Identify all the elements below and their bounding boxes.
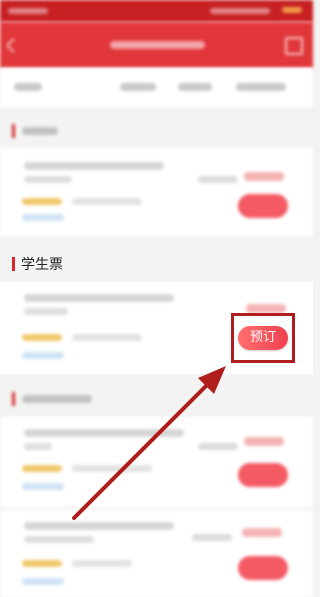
page-title [110, 41, 205, 49]
filter-item[interactable] [120, 83, 156, 91]
filter-item[interactable] [236, 83, 286, 91]
app-bar [0, 22, 313, 68]
list-item[interactable] [0, 417, 313, 507]
filter-item[interactable] [14, 83, 42, 91]
menu-icon[interactable] [285, 37, 303, 55]
section-accent [12, 257, 15, 271]
list-item[interactable] [0, 510, 313, 597]
back-icon[interactable] [5, 37, 22, 54]
highlight-box [231, 313, 295, 363]
section-header-student: 学生票 [0, 246, 313, 282]
section-title: 学生票 [21, 257, 63, 273]
status-bar [0, 0, 313, 22]
filter-bar [0, 68, 313, 109]
section-header [0, 113, 313, 149]
list-item[interactable] [0, 148, 313, 236]
filter-item[interactable] [178, 83, 212, 91]
section-header [0, 381, 313, 417]
